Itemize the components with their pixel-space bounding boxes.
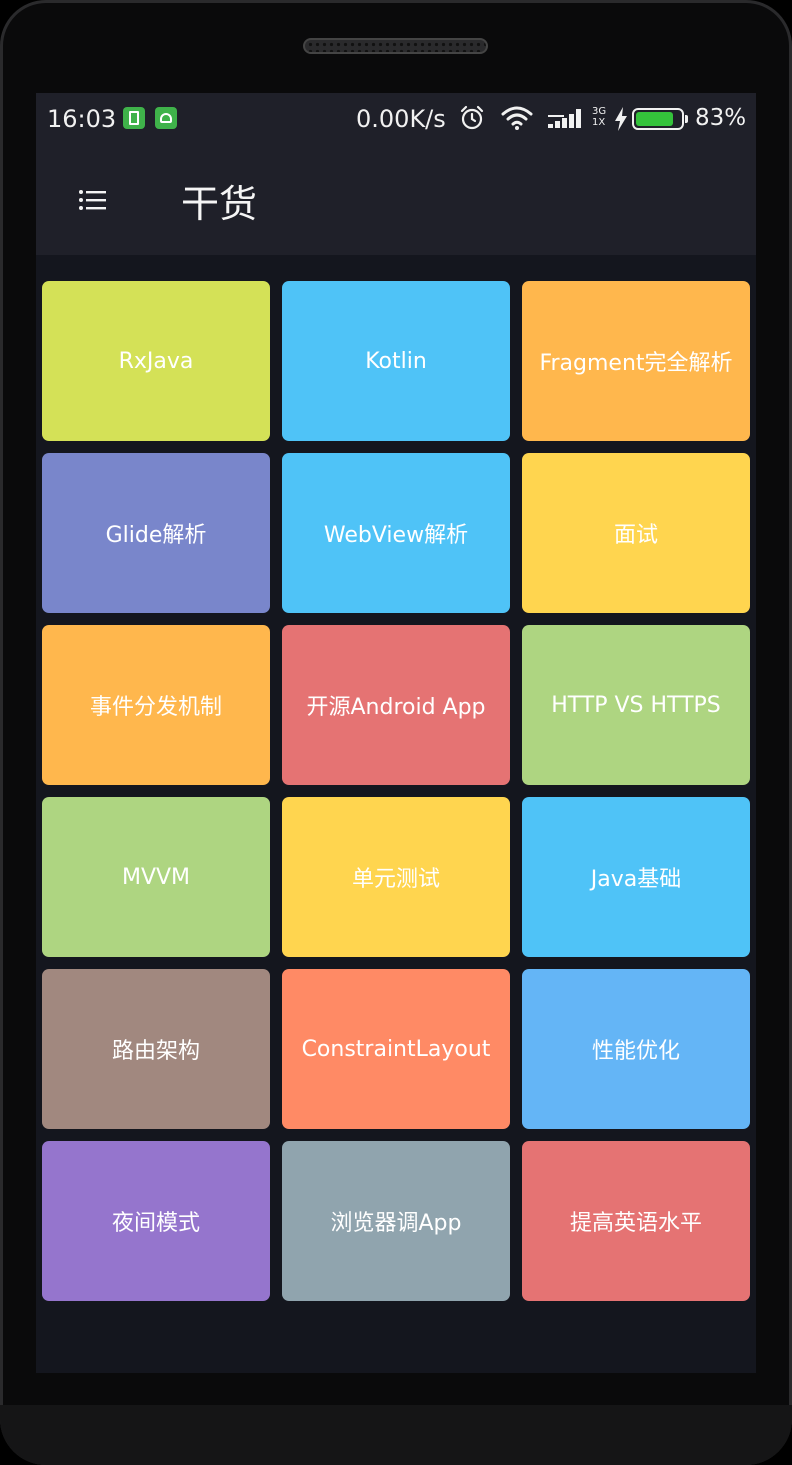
topic-tile-label: MVVM <box>121 864 191 890</box>
topic-tile-label: 性能优化 <box>591 1039 680 1064</box>
topic-tile-label: Java基础 <box>590 867 682 892</box>
topic-tile[interactable]: MVVM <box>42 797 270 957</box>
topic-tile-label: RxJava <box>118 348 194 374</box>
topic-tile-label: 路由架构 <box>111 1039 200 1064</box>
topic-tile[interactable]: 路由架构 <box>42 969 270 1129</box>
topic-tile-label: ConstraintLayout <box>301 1036 491 1062</box>
topic-tile[interactable]: 面试 <box>522 453 750 613</box>
battery-saver-icon <box>123 107 145 129</box>
phone-chin <box>0 1405 792 1465</box>
topic-tile-label: 开源Android App <box>306 695 486 720</box>
android-debug-icon <box>155 107 177 129</box>
topic-tile[interactable]: Kotlin <box>282 281 510 441</box>
topic-tile-label: 夜间模式 <box>111 1211 200 1236</box>
topic-tile[interactable]: 性能优化 <box>522 969 750 1129</box>
earpiece-speaker <box>303 38 488 54</box>
battery-level-fill <box>636 112 673 126</box>
topic-tile[interactable]: 开源Android App <box>282 625 510 785</box>
cellular-signal-icon <box>548 109 581 128</box>
topic-tile-label: 单元测试 <box>351 867 440 892</box>
phone-frame: 16:03 0.00K/s 3G 1X 83% 干货 RxJava Kotlin… <box>0 0 792 1465</box>
topic-tile[interactable]: 事件分发机制 <box>42 625 270 785</box>
charging-bolt-icon <box>615 107 627 131</box>
network-type-label: 3G 1X <box>592 106 606 128</box>
topic-tile[interactable]: ConstraintLayout <box>282 969 510 1129</box>
battery-icon <box>632 108 688 130</box>
alarm-clock-icon <box>460 105 484 130</box>
screen: 16:03 0.00K/s 3G 1X 83% 干货 RxJava Kotlin… <box>36 93 756 1373</box>
battery-percent: 83% <box>695 105 747 131</box>
topic-tile[interactable]: Glide解析 <box>42 453 270 613</box>
topic-tile-label: Fragment完全解析 <box>539 351 733 376</box>
app-toolbar: 干货 <box>36 145 756 255</box>
topic-tile[interactable]: 提高英语水平 <box>522 1141 750 1301</box>
topic-tile[interactable]: WebView解析 <box>282 453 510 613</box>
network-type-top: 3G <box>592 106 607 117</box>
network-type-bottom: 1X <box>592 117 606 128</box>
topic-tile-label: Kotlin <box>365 348 427 374</box>
topic-tile[interactable]: Fragment完全解析 <box>522 281 750 441</box>
network-speed: 0.00K/s <box>356 105 446 133</box>
topic-tile[interactable]: 单元测试 <box>282 797 510 957</box>
topic-tile-label: 面试 <box>613 523 658 548</box>
topic-tile[interactable]: HTTP VS HTTPS <box>522 625 750 785</box>
topic-tile-label: 提高英语水平 <box>569 1211 702 1236</box>
topic-tile-label: 事件分发机制 <box>89 695 222 720</box>
page-title: 干货 <box>181 182 258 226</box>
topic-tile[interactable]: RxJava <box>42 281 270 441</box>
topic-tile-label: Glide解析 <box>105 523 207 548</box>
topic-tile[interactable]: 夜间模式 <box>42 1141 270 1301</box>
menu-icon[interactable] <box>78 187 108 213</box>
topic-tile-label: HTTP VS HTTPS <box>551 692 721 718</box>
topic-tile[interactable]: Java基础 <box>522 797 750 957</box>
status-time: 16:03 <box>47 105 117 133</box>
wifi-icon <box>501 106 533 130</box>
topic-tile-label: WebView解析 <box>323 523 469 548</box>
topic-tile-label: 浏览器调App <box>330 1211 462 1236</box>
topic-tile[interactable]: 浏览器调App <box>282 1141 510 1301</box>
status-bar: 16:03 0.00K/s 3G 1X 83% <box>36 93 756 145</box>
